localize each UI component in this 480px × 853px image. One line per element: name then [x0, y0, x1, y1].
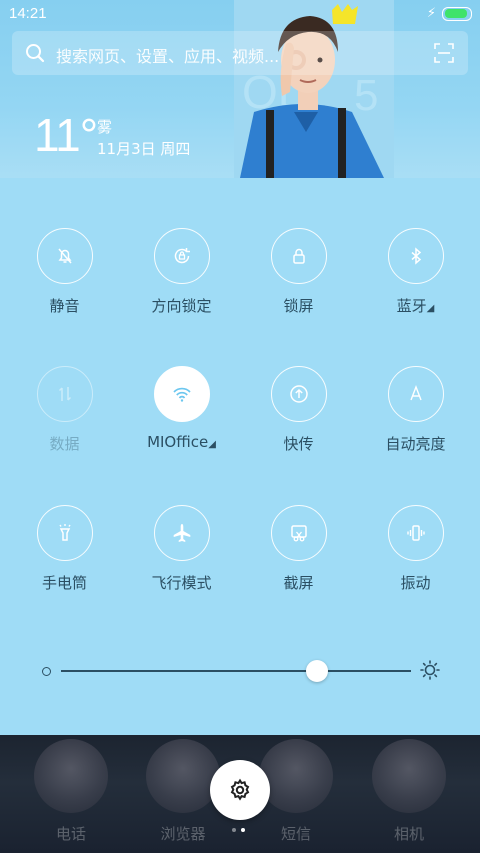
toggle-button-bluetooth[interactable]: [387, 228, 444, 284]
toggle-label: MIOffice◢: [123, 433, 240, 451]
toggle-label: 方向锁定: [123, 295, 240, 316]
page-indicator: [232, 828, 245, 832]
toggle-label: 数据: [6, 433, 123, 454]
camera-app-icon: [372, 739, 446, 813]
dock-label-camera: 相机: [393, 825, 424, 843]
toggle-button-flashlight[interactable]: [36, 505, 93, 561]
toggle-label-text: 振动: [400, 574, 431, 592]
toggle-button-silent-bell[interactable]: [36, 228, 93, 284]
battery-icon: [442, 6, 472, 21]
dock-label-messages: 短信: [280, 825, 311, 843]
submenu-indicator-icon: ◢: [426, 303, 435, 314]
dock-label-browser: 浏览器: [160, 825, 206, 843]
toggle-label-text: 截屏: [283, 574, 314, 592]
toggle-button-screenshot[interactable]: [270, 505, 327, 561]
toggle-label: 飞行模式: [123, 572, 240, 593]
toggle-label: 静音: [6, 295, 123, 316]
toggle-button-auto-brightness[interactable]: [387, 366, 444, 422]
brightness-low-icon: [42, 667, 51, 676]
toggle-rotation-lock[interactable]: 方向锁定: [123, 228, 240, 316]
status-bar: 14:21 ⚡: [0, 0, 480, 28]
brightness-slider[interactable]: [42, 658, 442, 684]
toggle-label-text: 静音: [49, 297, 80, 315]
toggle-button-wifi[interactable]: [153, 366, 210, 422]
gear-icon: [230, 778, 250, 801]
toggle-button-quick-transfer[interactable]: [270, 366, 327, 422]
toggle-vibrate[interactable]: 振动: [357, 505, 474, 593]
toggle-label-text: 蓝牙: [396, 297, 427, 315]
toggle-button-mobile-data[interactable]: [36, 366, 93, 422]
search-icon: [26, 44, 45, 63]
toggle-bluetooth[interactable]: 蓝牙◢: [357, 228, 474, 316]
toggle-label-text: 自动亮度: [385, 435, 446, 453]
toggle-auto-brightness[interactable]: 自动亮度: [357, 366, 474, 454]
toggle-airplane[interactable]: 飞行模式: [123, 505, 240, 593]
flashlight-icon: [58, 524, 71, 541]
screenshot-icon: [290, 525, 307, 542]
status-time: 14:21: [9, 5, 47, 22]
settings-button[interactable]: [210, 760, 270, 820]
auto-brightness-icon: [409, 385, 422, 401]
vibrate-icon: [406, 525, 425, 541]
toggle-label-text: 数据: [49, 435, 80, 453]
search-placeholder[interactable]: 搜索网页、设置、应用、视频...: [56, 43, 279, 67]
brightness-track[interactable]: [61, 670, 411, 672]
toggle-label: 蓝牙◢: [357, 295, 474, 316]
toggle-silent-bell[interactable]: 静音: [6, 228, 123, 316]
dock-label-phone: 电话: [55, 825, 86, 843]
messages-app-icon: [259, 739, 333, 813]
quick-transfer-icon: [289, 385, 308, 403]
dock-app-phone[interactable]: 电话: [29, 739, 113, 844]
toggle-label: 锁屏: [240, 295, 357, 316]
toggle-label-text: 飞行模式: [151, 574, 212, 592]
airplane-icon: [173, 524, 190, 542]
browser-app-icon: [146, 739, 220, 813]
toggle-wifi[interactable]: MIOffice◢: [123, 366, 240, 451]
submenu-indicator-icon: ◢: [208, 439, 216, 450]
toggle-quick-transfer[interactable]: 快传: [240, 366, 357, 454]
toggle-mobile-data[interactable]: 数据: [6, 366, 123, 454]
toggle-label-text: MIOffice: [147, 433, 209, 451]
header-wallpaper: OL 5 14:21 ⚡ 搜索网页、设置、应用、视频... 11° 雾 11月3…: [0, 0, 480, 178]
toggle-label-text: 快传: [283, 435, 314, 453]
toggle-lock[interactable]: 锁屏: [240, 228, 357, 316]
scan-qr-icon[interactable]: [434, 43, 454, 63]
lock-icon: [292, 248, 305, 264]
brightness-thumb[interactable]: [305, 660, 328, 682]
status-icons: ⚡: [427, 6, 472, 21]
bluetooth-icon: [411, 247, 421, 265]
toggle-button-airplane[interactable]: [153, 505, 210, 561]
brightness-high-icon: [420, 660, 440, 680]
toggle-button-lock[interactable]: [270, 228, 327, 284]
page-dot: [241, 828, 245, 832]
dock-app-camera[interactable]: 相机: [367, 739, 451, 844]
weather-condition: 雾: [97, 118, 113, 136]
rotation-lock-icon: [174, 248, 190, 264]
weather-date: 11月3日 周四: [97, 140, 191, 158]
toggle-label: 手电筒: [6, 572, 123, 593]
svg-text:5: 5: [354, 71, 378, 120]
mobile-data-icon: [58, 387, 71, 401]
charging-icon: ⚡: [426, 6, 436, 21]
battery-level-fill: [444, 9, 467, 18]
phone-app-icon: [34, 739, 108, 813]
toggle-screenshot[interactable]: 截屏: [240, 505, 357, 593]
search-bar[interactable]: 搜索网页、设置、应用、视频...: [12, 31, 468, 75]
toggle-label-text: 手电筒: [41, 574, 87, 592]
toggle-label: 截屏: [240, 572, 357, 593]
toggle-label: 自动亮度: [357, 433, 474, 454]
silent-bell-icon: [57, 248, 72, 264]
page-dot: [232, 828, 236, 832]
toggle-label-text: 方向锁定: [151, 297, 212, 315]
toggle-label: 振动: [357, 572, 474, 593]
toggle-label-text: 锁屏: [283, 297, 314, 315]
toggle-button-vibrate[interactable]: [387, 505, 444, 561]
toggle-button-rotation-lock[interactable]: [153, 228, 210, 284]
toggle-flashlight[interactable]: 手电筒: [6, 505, 123, 593]
wifi-icon: [172, 387, 191, 402]
weather-temperature[interactable]: 11°: [34, 108, 98, 162]
toggle-label: 快传: [240, 433, 357, 454]
